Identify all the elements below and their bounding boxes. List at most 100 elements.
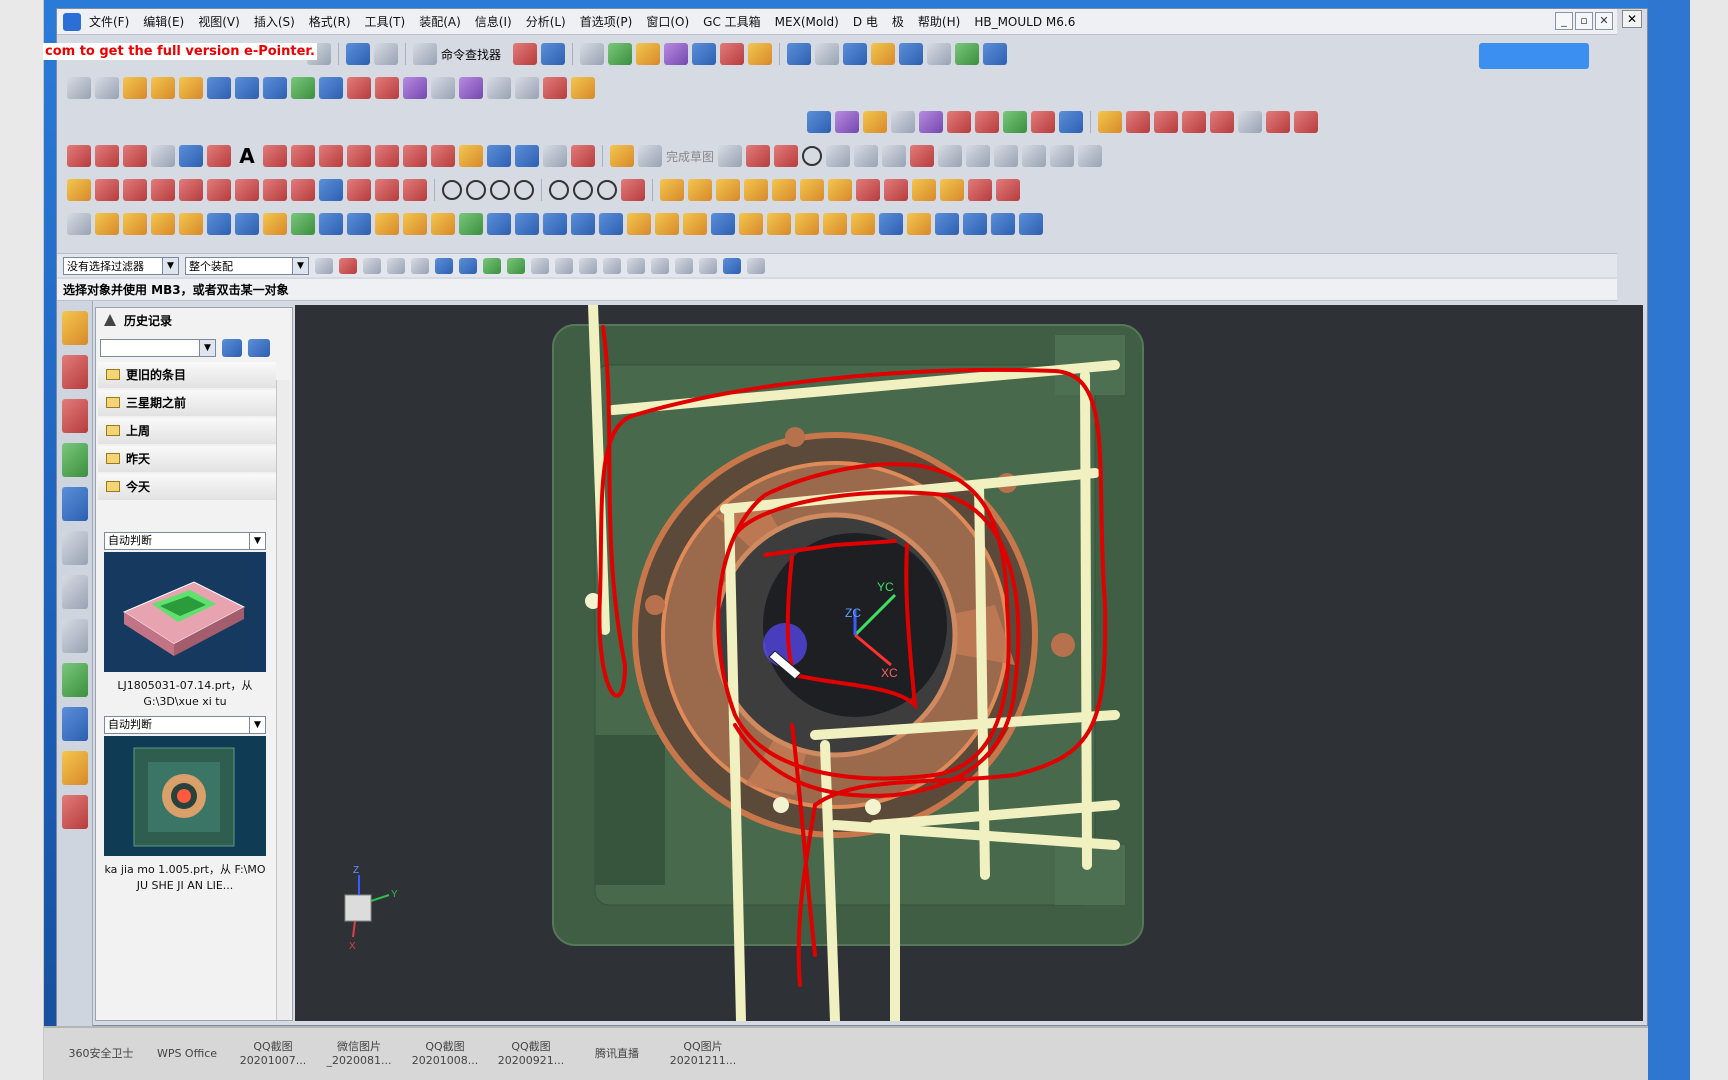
draft-icon[interactable] (487, 213, 511, 235)
rib-icon[interactable] (375, 213, 399, 235)
curve-length-icon[interactable] (571, 145, 595, 167)
mesh-icon[interactable] (235, 77, 259, 99)
bom-icon[interactable] (1059, 111, 1083, 133)
menu-format[interactable]: 格式(R) (309, 13, 351, 30)
minimize-button[interactable]: _ (1555, 12, 1573, 30)
snap-curve-icon[interactable] (263, 179, 287, 201)
cone-icon[interactable] (991, 213, 1015, 235)
snap-center-icon[interactable] (442, 180, 462, 200)
history-view-select[interactable]: ▼ (100, 339, 216, 357)
sketch-icon[interactable] (610, 145, 634, 167)
snap-spline-icon[interactable] (291, 179, 315, 201)
extend-icon[interactable] (347, 77, 371, 99)
sketch-fillet-icon[interactable] (826, 145, 851, 167)
mirror-feature-icon[interactable] (459, 213, 483, 235)
history-group-today[interactable]: 今天 (98, 474, 276, 500)
snap-point-icon[interactable] (597, 180, 617, 200)
sketch-extend-icon[interactable] (1022, 145, 1047, 167)
load-mode-select[interactable]: 自动判断 ▼ (104, 532, 266, 550)
profile-icon[interactable] (718, 145, 743, 167)
offset-icon[interactable] (291, 77, 315, 99)
sew-icon[interactable] (431, 77, 455, 99)
corner-tool-icon[interactable] (1182, 111, 1206, 133)
ruler-icon[interactable] (748, 43, 773, 65)
spline-tool-icon[interactable] (1266, 111, 1290, 133)
menu-help[interactable]: 帮助(H) (918, 13, 960, 30)
sketch-rectangle-icon[interactable] (882, 145, 907, 167)
rotate-icon[interactable] (179, 145, 203, 167)
sketch-corner-icon[interactable] (1050, 145, 1075, 167)
split-body-icon[interactable] (940, 179, 964, 201)
mold-base-icon[interactable] (660, 179, 684, 201)
menu-hb-mould[interactable]: HB_MOULD M6.6 (974, 15, 1075, 29)
lifter-icon[interactable] (828, 179, 852, 201)
finish-sketch-icon[interactable] (638, 145, 662, 167)
taskbar-item[interactable]: 360安全卫士 (64, 1047, 138, 1061)
trim-body-icon[interactable] (912, 179, 936, 201)
tube-icon[interactable] (907, 213, 931, 235)
layout-icon[interactable] (543, 77, 567, 99)
load-mode-select[interactable]: 自动判断 ▼ (104, 716, 266, 734)
assembly-nav-icon[interactable] (955, 43, 980, 65)
circle-center-icon[interactable] (123, 145, 147, 167)
project-curve-icon[interactable] (291, 145, 315, 167)
boss-icon[interactable] (319, 213, 343, 235)
thread-icon[interactable] (711, 213, 735, 235)
menu-view[interactable]: 视图(V) (198, 13, 240, 30)
shaded-cube-icon[interactable] (843, 43, 868, 65)
menu-edit[interactable]: 编辑(E) (143, 13, 184, 30)
cylinder-feature-icon[interactable] (347, 213, 371, 235)
sphere-icon[interactable] (935, 213, 959, 235)
sketch-polygon-icon[interactable] (966, 145, 991, 167)
expand-icon[interactable] (983, 43, 1008, 65)
snap-end-toggle-icon[interactable] (531, 257, 549, 274)
restore-button[interactable]: ▫ (1575, 12, 1593, 30)
graphics-viewport[interactable]: YC ZC XC Z Y X (295, 305, 1643, 1021)
synchronous-icon[interactable] (968, 179, 992, 201)
surface-icon[interactable] (207, 77, 231, 99)
snap-arc-icon[interactable] (235, 179, 259, 201)
menu-analysis[interactable]: 分析(L) (526, 13, 566, 30)
menu-mex-mold[interactable]: MEX(Mold) (775, 15, 839, 29)
sketch-arc-icon[interactable] (774, 145, 799, 167)
menu-window[interactable]: 窗口(O) (646, 13, 689, 30)
thicken-icon[interactable] (599, 213, 623, 235)
groove-icon[interactable] (403, 213, 427, 235)
shell-icon[interactable] (403, 77, 427, 99)
measure-icon[interactable] (720, 43, 745, 65)
new-sheet-icon[interactable] (67, 213, 91, 235)
patch-icon[interactable] (459, 77, 483, 99)
ejector-pin-icon[interactable] (716, 179, 740, 201)
edit-curve-icon[interactable] (543, 145, 567, 167)
part-thumbnail[interactable] (104, 552, 266, 672)
reuse-library-tab-icon[interactable] (62, 443, 88, 477)
section-icon[interactable] (899, 43, 924, 65)
pin-icon[interactable] (67, 179, 91, 201)
menu-information[interactable]: 信息(I) (475, 13, 512, 30)
curve-tool-icon[interactable] (1294, 111, 1318, 133)
cooling-icon[interactable] (975, 111, 999, 133)
fit-icon[interactable] (787, 43, 812, 65)
scope-select[interactable]: 整个装配 ▼ (185, 256, 309, 275)
snap-end-icon[interactable] (549, 180, 569, 200)
layer-icon[interactable] (580, 43, 605, 65)
history-group-three-weeks[interactable]: 三星期之前 (98, 390, 276, 416)
extrude-icon[interactable] (95, 213, 119, 235)
menu-tools[interactable]: 工具(T) (365, 13, 406, 30)
menu-file[interactable]: 文件(F) (89, 13, 129, 30)
n-sided-icon[interactable] (851, 213, 875, 235)
offset-curve-icon[interactable] (347, 145, 371, 167)
snap-arc-center-icon[interactable] (490, 180, 510, 200)
close-button[interactable]: ✕ (1595, 12, 1613, 30)
scale-curve-icon[interactable] (515, 145, 539, 167)
manufacturing-wizard-tab-icon[interactable] (62, 707, 88, 741)
snap-offset-icon[interactable] (403, 179, 427, 201)
bridge-curve-icon[interactable] (375, 145, 399, 167)
split-icon[interactable] (487, 77, 511, 99)
line-tool-icon[interactable] (1126, 111, 1150, 133)
snap-quadrant-toggle-icon[interactable] (651, 257, 669, 274)
taskbar-item[interactable]: 腾讯直播 (580, 1047, 654, 1061)
sketch-point-icon[interactable] (938, 145, 963, 167)
angle-tool-icon[interactable] (1154, 111, 1178, 133)
intersect-icon[interactable] (263, 213, 287, 235)
